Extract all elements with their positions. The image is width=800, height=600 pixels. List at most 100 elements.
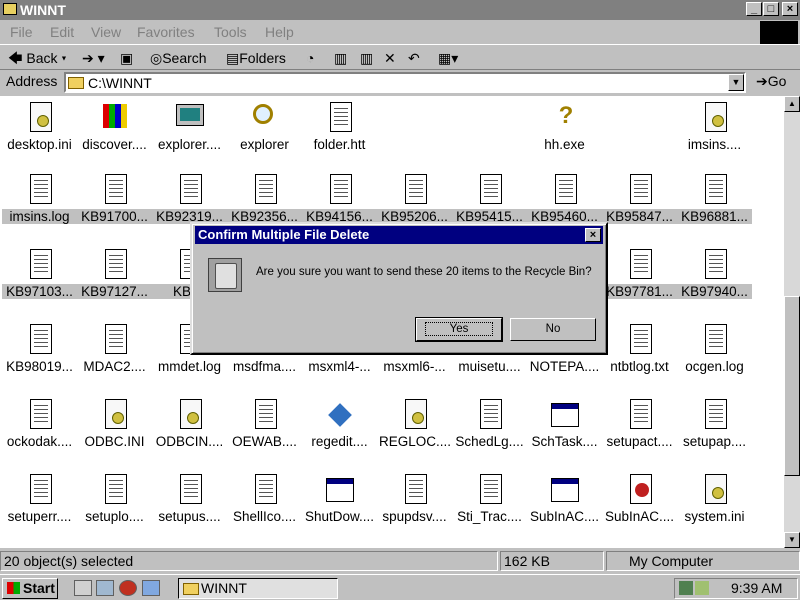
file-item[interactable]: ockodak.... <box>2 393 77 465</box>
file-item[interactable]: setupus.... <box>152 468 227 540</box>
scroll-up-button[interactable]: ▲ <box>784 96 800 112</box>
file-item[interactable]: setupact.... <box>602 393 677 465</box>
close-button[interactable]: × <box>782 2 798 16</box>
file-item[interactable]: explorer <box>227 96 302 168</box>
file-item[interactable]: ocgen.log <box>677 318 752 390</box>
file-name: KB97103... <box>2 284 77 299</box>
title-bar[interactable]: WINNT _ □ × <box>0 0 800 20</box>
file-item[interactable]: spupdsv.... <box>377 468 452 540</box>
scroll-thumb[interactable] <box>784 296 800 476</box>
up-folder-icon[interactable]: ▣ <box>120 49 133 67</box>
computer-icon <box>176 102 204 134</box>
file-item[interactable]: discover.... <box>77 96 152 168</box>
clock[interactable]: 9:39 AM <box>731 579 782 598</box>
file-item[interactable]: KB95847... <box>602 168 677 240</box>
network-icon[interactable] <box>679 581 693 595</box>
text-file-icon <box>626 174 654 206</box>
file-name: REGLOC.... <box>379 434 452 449</box>
menu-help[interactable]: Help <box>265 24 294 40</box>
file-item[interactable]: Sti_Trac.... <box>452 468 527 540</box>
file-item[interactable]: ODBCIN.... <box>152 393 227 465</box>
file-item[interactable]: setuplo.... <box>77 468 152 540</box>
folders-button[interactable]: ▤Folders <box>226 49 286 67</box>
scroll-down-button[interactable]: ▼ <box>784 532 800 548</box>
file-item[interactable]: KB97781... <box>602 243 677 315</box>
htt-icon <box>326 102 354 134</box>
tray-icon[interactable] <box>695 581 709 595</box>
file-item[interactable]: explorer.... <box>152 96 227 168</box>
dialog-title-bar[interactable]: Confirm Multiple File Delete × <box>195 226 603 244</box>
search-label: Search <box>162 50 207 66</box>
go-button[interactable]: ➔Go <box>756 73 786 90</box>
address-input[interactable]: C:\WINNT ▼ <box>64 72 746 93</box>
file-item[interactable]: KB98019... <box>2 318 77 390</box>
text-file-icon <box>26 399 54 431</box>
file-item[interactable]: KB97940... <box>677 243 752 315</box>
text-file-icon <box>701 324 729 356</box>
file-item[interactable]: ntbtlog.txt <box>602 318 677 390</box>
file-item[interactable]: system.ini <box>677 468 752 540</box>
search-button[interactable]: ◎Search <box>150 49 207 67</box>
file-item[interactable]: setupap.... <box>677 393 752 465</box>
menu-file[interactable]: File <box>10 24 33 40</box>
start-button[interactable]: Start <box>2 578 58 599</box>
ini-icon <box>176 399 204 431</box>
text-file-icon <box>101 324 129 356</box>
file-item[interactable]: ShutDow.... <box>302 468 377 540</box>
file-item[interactable]: KB96881... <box>677 168 752 240</box>
file-item[interactable]: SchTask.... <box>527 393 602 465</box>
forward-button[interactable]: ➔ ▾ <box>82 49 105 67</box>
minimize-button[interactable]: _ <box>746 2 762 16</box>
undo-icon[interactable]: ↶ <box>408 49 420 67</box>
yes-button[interactable]: Yes <box>415 317 503 342</box>
move-to-icon[interactable]: ▥ <box>334 49 347 67</box>
copy-to-icon[interactable]: ▥ <box>360 49 373 67</box>
dialog-close-button[interactable]: × <box>585 228 601 242</box>
go-arrow-icon: ➔ <box>756 73 768 89</box>
text-file-icon <box>251 474 279 506</box>
task-winnt[interactable]: WINNT <box>178 578 338 599</box>
menu-view[interactable]: View <box>91 24 121 40</box>
file-item[interactable]: imsins.... <box>677 96 752 168</box>
folder-icon <box>183 583 199 595</box>
quick-launch-icon[interactable] <box>142 580 160 596</box>
file-name: OEWAB.... <box>232 434 297 449</box>
file-name: KB97781... <box>602 284 677 299</box>
file-name: msxml4-... <box>308 359 371 374</box>
vertical-scrollbar[interactable]: ▲ ▼ <box>784 96 800 548</box>
file-item[interactable]: KB91700... <box>77 168 152 240</box>
file-item[interactable]: KB97103... <box>2 243 77 315</box>
file-item[interactable]: MDAC2.... <box>77 318 152 390</box>
back-button[interactable]: 🡄 Back ▾ <box>8 49 67 67</box>
file-name: Sti_Trac.... <box>457 509 522 524</box>
menu-edit[interactable]: Edit <box>50 24 74 40</box>
file-item[interactable]: REGLOC.... <box>377 393 452 465</box>
file-item[interactable]: SubInAC.... <box>602 468 677 540</box>
file-name: muisetu.... <box>458 359 521 374</box>
history-icon[interactable]: ◔ <box>306 49 314 67</box>
address-dropdown-button[interactable]: ▼ <box>728 74 744 91</box>
file-item[interactable]: OEWAB.... <box>227 393 302 465</box>
file-name: KB98019... <box>6 359 73 374</box>
file-item[interactable]: SubInAC.... <box>527 468 602 540</box>
delete-icon[interactable]: ✕ <box>384 49 396 67</box>
file-item[interactable]: ? hh.exe <box>527 96 602 168</box>
file-item[interactable]: regedit.... <box>302 393 377 465</box>
file-item[interactable]: ShellIco.... <box>227 468 302 540</box>
menu-tools[interactable]: Tools <box>214 24 247 40</box>
show-desktop-icon[interactable] <box>74 580 92 596</box>
file-item[interactable]: KB97127... <box>77 243 152 315</box>
file-item[interactable]: SchedLg.... <box>452 393 527 465</box>
views-icon[interactable]: ▦▾ <box>438 49 458 67</box>
explorer-icon[interactable] <box>96 580 114 596</box>
file-item[interactable]: imsins.log <box>2 168 77 240</box>
text-file-icon <box>101 174 129 206</box>
file-item[interactable]: folder.htt <box>302 96 377 168</box>
menu-favorites[interactable]: Favorites <box>137 24 195 40</box>
no-button[interactable]: No <box>510 318 596 341</box>
browser-icon[interactable] <box>119 580 137 596</box>
file-item[interactable]: ODBC.INI <box>77 393 152 465</box>
file-item[interactable]: desktop.ini <box>2 96 77 168</box>
restore-button[interactable]: □ <box>763 2 779 16</box>
file-item[interactable]: setuperr.... <box>2 468 77 540</box>
